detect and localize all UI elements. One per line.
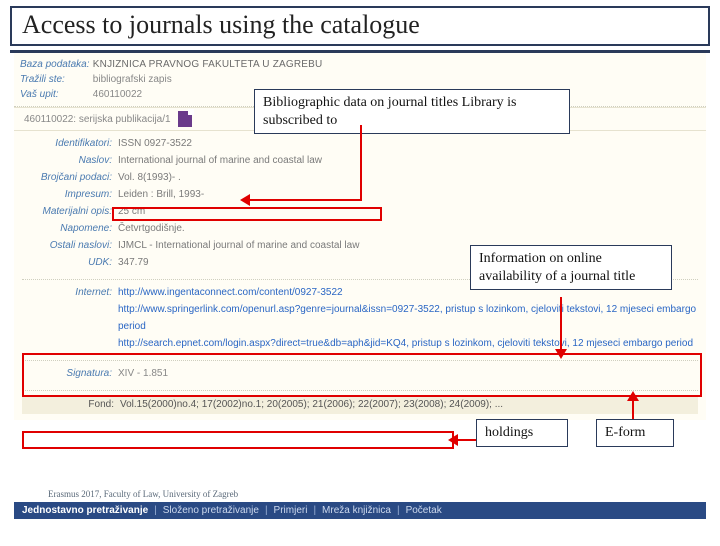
impresum-value: Leiden : Brill, 1993-: [118, 186, 204, 203]
slide-title-text: Access to journals using the catalogue: [22, 10, 420, 39]
slide-canvas: Baza podataka: KNJIZNICA PRAVNOG FAKULTE…: [0, 53, 720, 523]
udk-value: 347.79: [118, 254, 149, 271]
napomene-value: Četvrtgodišnje.: [118, 220, 185, 237]
document-icon[interactable]: [178, 111, 192, 127]
ostali-label: Ostali naslovi:: [22, 237, 112, 254]
db-label: Baza podataka:: [20, 57, 90, 72]
bottom-tabs: Jednostavno pretraživanje| Složeno pretr…: [14, 502, 706, 519]
callout-bibliographic: Bibliographic data on journal titles Lib…: [254, 89, 570, 134]
callout-online-availability: Information on online availability of a …: [470, 245, 672, 290]
naslov-label: Naslov:: [22, 152, 112, 169]
callout-eform: E-form: [596, 419, 674, 447]
naslov-value: International journal of marine and coas…: [118, 152, 322, 169]
materijalni-label: Materijalni opis:: [22, 203, 112, 220]
internet-label: Internet:: [22, 284, 112, 301]
slide-footer: Erasmus 2017, Faculty of Law, University…: [48, 489, 238, 499]
identifikatori-value: ISSN 0927-3522: [118, 135, 192, 152]
internet-link-1[interactable]: http://www.ingentaconnect.com/content/09…: [118, 287, 343, 298]
query-label: Tražili ste:: [20, 72, 90, 87]
db-value: KNJIZNICA PRAVNOG FAKULTETA U ZAGREBU: [93, 59, 323, 70]
slide-title: Access to journals using the catalogue: [10, 6, 710, 46]
slide-footer-text: Erasmus 2017, Faculty of Law, University…: [48, 489, 238, 499]
identifikatori-label: Identifikatori:: [22, 135, 112, 152]
callout-bibliographic-text: Bibliographic data on journal titles Lib…: [263, 95, 517, 128]
napomene-label: Napomene:: [22, 220, 112, 237]
fond-label: Fond:: [24, 396, 114, 413]
tab-simple-search[interactable]: Jednostavno pretraživanje: [22, 505, 148, 516]
query-value: bibliografski zapis: [93, 74, 172, 85]
brojcani-label: Brojčani podaci:: [22, 169, 112, 186]
upit-label: Vaš upit:: [20, 87, 90, 102]
impresum-label: Impresum:: [22, 186, 112, 203]
ostali-value: IJMCL - International journal of marine …: [118, 237, 359, 254]
signatura-label: Signatura:: [22, 365, 112, 382]
highlight-box-fond: [22, 431, 454, 449]
fond-value: Vol.15(2000)no.4; 17(2002)no.1; 20(2005)…: [120, 396, 503, 413]
tab-examples[interactable]: Primjeri: [274, 505, 308, 516]
internet-link-3[interactable]: http://search.epnet.com/login.aspx?direc…: [118, 338, 693, 349]
udk-label: UDK:: [22, 254, 112, 271]
tab-advanced-search[interactable]: Složeno pretraživanje: [163, 505, 259, 516]
signatura-value: XIV - 1.851: [118, 365, 168, 382]
brojcani-value: Vol. 8(1993)- .: [118, 169, 181, 186]
record-id: 460110022: serijska publikacija/1: [24, 114, 171, 125]
tab-library-network[interactable]: Mreža knjižnica: [322, 505, 391, 516]
callout-holdings-text: holdings: [485, 425, 533, 440]
upit-value: 460110022: [93, 89, 142, 100]
callout-eform-text: E-form: [605, 425, 645, 440]
materijalni-value: 25 cm: [118, 203, 145, 220]
callout-online-availability-text: Information on online availability of a …: [479, 251, 635, 284]
callout-holdings: holdings: [476, 419, 568, 447]
tab-home[interactable]: Početak: [406, 505, 442, 516]
internet-link-2[interactable]: http://www.springerlink.com/openurl.asp?…: [118, 304, 696, 332]
